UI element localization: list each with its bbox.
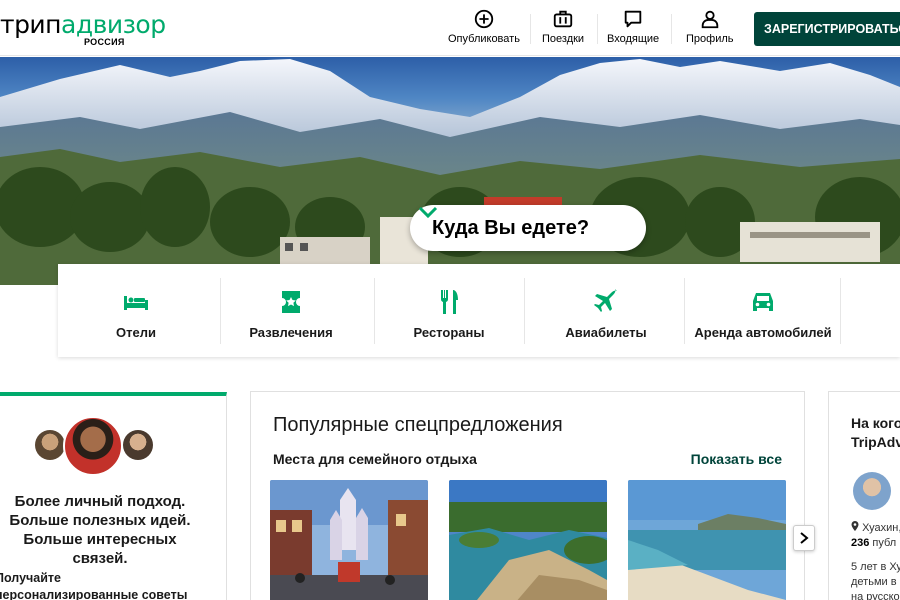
category-divider (840, 278, 841, 344)
category-hotels-label: Отели (116, 325, 156, 340)
destination-search-label: Куда Вы едете? (432, 216, 590, 239)
category-attractions-label: Развлечения (249, 325, 333, 340)
personalization-card: Более личный подход. Больше полезных иде… (0, 392, 227, 600)
message-icon (624, 10, 642, 28)
logo-text: трипадвизор (0, 10, 166, 39)
deal-photo-theme-park[interactable] (270, 480, 428, 600)
briefcase-icon (553, 10, 573, 28)
avatar (63, 416, 123, 476)
category-divider (684, 278, 685, 344)
personalization-text: Более личный подход. Больше полезных иде… (9, 493, 191, 567)
category-divider (524, 278, 525, 344)
fork-knife-icon (440, 290, 458, 314)
deals-subtitle: Места для семейного отдыха (273, 451, 477, 467)
nav-publish[interactable]: Опубликовать (448, 8, 520, 48)
user-icon (701, 10, 718, 29)
traveler-location: Хуахин, (851, 521, 900, 534)
chevron-down-icon (418, 206, 438, 219)
signup-button[interactable]: ЗАРЕГИСТРИРОВАТЬСЯ (754, 12, 900, 46)
show-all-link[interactable]: Показать все (691, 451, 782, 467)
avatar (35, 430, 65, 460)
category-flights-label: Авиабилеты (565, 325, 647, 340)
category-flights[interactable]: Авиабилеты (544, 264, 668, 357)
traveler-card-title: На кого TripAdv (851, 415, 900, 450)
category-divider (374, 278, 375, 344)
category-restaurants-label: Рестораны (413, 325, 485, 340)
chevron-right-icon (800, 532, 809, 544)
category-car-rental-label: Аренда автомобилей (694, 325, 832, 340)
category-bar: Отели Развлечения Рестораны Авиабилеты А… (58, 264, 900, 357)
category-car-rental[interactable]: Аренда автомобилей (692, 264, 834, 357)
nav-publish-label: Опубликовать (448, 33, 520, 45)
deal-photo-coast[interactable] (449, 480, 607, 600)
car-icon (753, 293, 773, 311)
traveler-publications: 236 публ (851, 537, 897, 549)
deal-photo-beach[interactable] (628, 480, 786, 600)
nav-inbox-label: Входящие (607, 33, 660, 45)
traveler-bio: 5 лет в Ху детьми в на русско (851, 561, 900, 600)
nav-profile[interactable]: Профиль (686, 8, 734, 48)
popular-deals-card: Популярные спецпредложения Места для сем… (250, 391, 805, 600)
nav-trips[interactable]: Поездки (542, 8, 584, 48)
logo-region: РОССИЯ (84, 37, 125, 47)
traveler-card: На кого TripAdv Хуахин, 236 публ 5 лет в… (828, 391, 900, 600)
category-restaurants[interactable]: Рестораны (388, 264, 510, 357)
destination-search-button[interactable]: Куда Вы едете? (410, 205, 646, 251)
avatar (123, 430, 153, 460)
deals-title: Популярные спецпредложения (273, 414, 563, 436)
plane-icon (594, 289, 617, 312)
ticket-icon (282, 291, 300, 313)
nav-divider (671, 14, 672, 44)
hero-banner: Куда Вы едете? (0, 57, 900, 285)
category-divider (220, 278, 221, 344)
top-header: трипадвизор РОССИЯ Опубликовать Поездки … (0, 0, 900, 56)
location-pin-icon (851, 521, 859, 531)
category-attractions[interactable]: Развлечения (228, 264, 354, 357)
personalization-tip: Получайте персонализированные советы (0, 571, 188, 600)
nav-profile-label: Профиль (686, 33, 734, 45)
plus-circle-icon (474, 9, 494, 29)
bed-icon (124, 296, 148, 310)
traveler-avatar[interactable] (853, 472, 891, 510)
nav-inbox[interactable]: Входящие (607, 8, 659, 48)
carousel-next-button[interactable] (793, 525, 815, 551)
category-hotels[interactable]: Отели (58, 264, 214, 357)
tripadvisor-logo[interactable]: трипадвизор РОССИЯ (0, 10, 166, 47)
nav-trips-label: Поездки (542, 33, 585, 45)
nav-divider (530, 14, 531, 44)
nav-divider (597, 14, 598, 44)
